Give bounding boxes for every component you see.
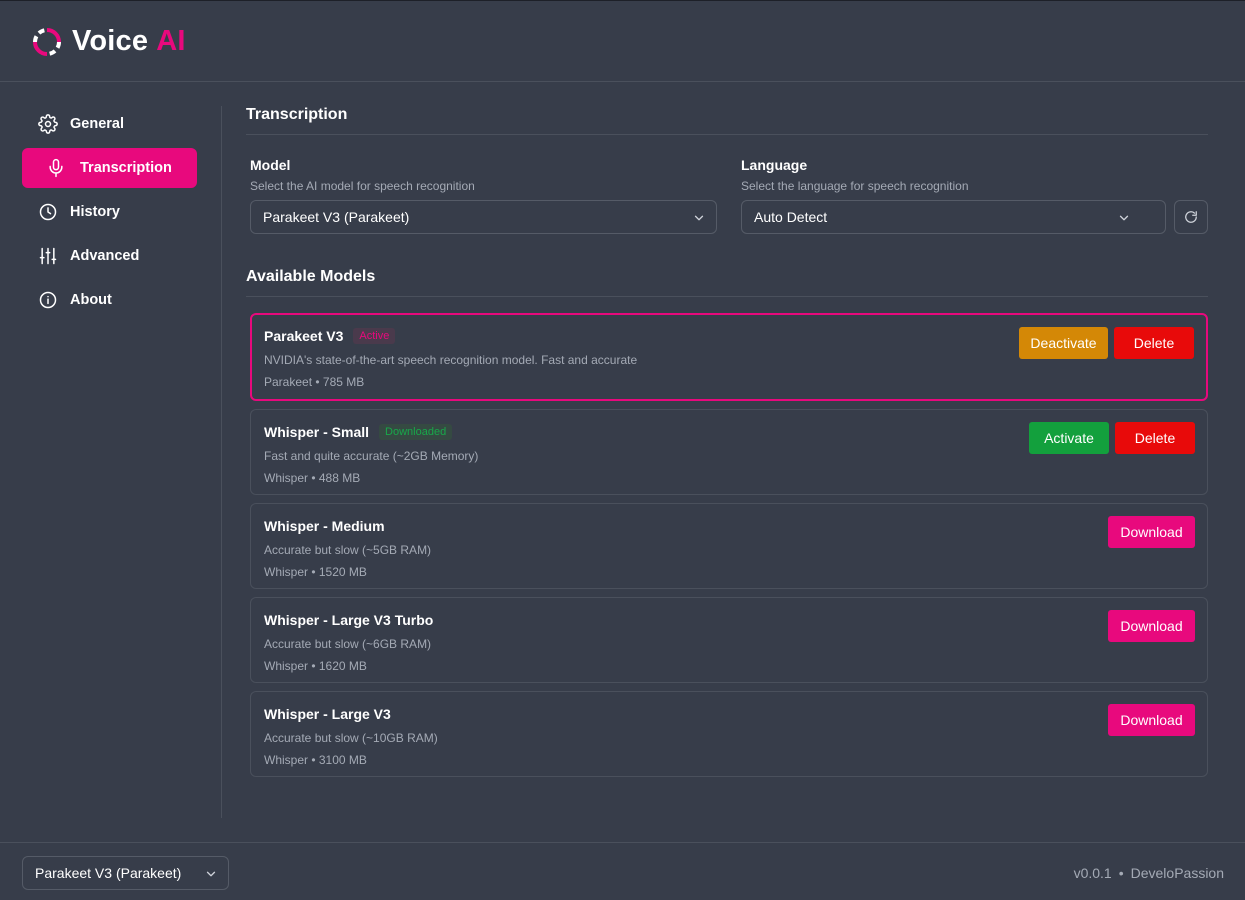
delete-button[interactable]: Delete (1114, 327, 1194, 359)
sidebar-item-history[interactable]: History (22, 192, 197, 232)
model-card-whisper-medium: Whisper - Medium Accurate but slow (~5GB… (250, 503, 1208, 589)
model-description: Accurate but slow (~6GB RAM) (264, 637, 432, 651)
model-name: Whisper - Large V3 Turbo (264, 612, 434, 628)
language-label: Language (741, 157, 808, 173)
section-title-transcription: Transcription (246, 106, 1208, 135)
refresh-icon (1185, 211, 1197, 223)
sidebar-item-label: Transcription (80, 160, 172, 176)
model-list: Parakeet V3 Active NVIDIA's state-of-the… (246, 313, 1208, 777)
model-meta: Parakeet • 785 MB (264, 375, 365, 389)
info-icon (39, 291, 57, 309)
version-info: v0.0.1 • DeveloPassion (1074, 865, 1224, 881)
sidebar-item-label: History (70, 204, 120, 220)
model-description: Accurate but slow (~5GB RAM) (264, 543, 432, 557)
app-header: Voice AI (0, 0, 1245, 82)
gear-icon (38, 114, 58, 134)
model-card-title: Whisper - Large V3 (264, 706, 1207, 722)
language-field: Language Select the language for speech … (741, 157, 1208, 234)
chevron-down-icon (206, 871, 216, 877)
model-card-actions: Download (1102, 610, 1195, 642)
sidebar-item-advanced[interactable]: Advanced (22, 236, 197, 276)
model-card-actions: Download (1102, 704, 1195, 736)
model-name: Whisper - Large V3 (264, 706, 391, 722)
sidebar-divider (221, 106, 222, 818)
model-select-value: Parakeet V3 (Parakeet) (263, 209, 410, 225)
sidebar: General Transcription History Advanced A… (22, 104, 197, 324)
model-field: Model Select the AI model for speech rec… (250, 157, 717, 234)
sidebar-item-label: Advanced (70, 248, 140, 264)
sidebar-item-about[interactable]: About (22, 280, 197, 320)
model-card-whisper-large-v3-turbo: Whisper - Large V3 Turbo Accurate but sl… (250, 597, 1208, 683)
model-card-whisper-small: Whisper - Small Downloaded Fast and quit… (250, 409, 1208, 495)
main-content: Transcription Model Select the AI model … (246, 106, 1208, 785)
model-meta: Whisper • 1520 MB (264, 565, 367, 579)
footer-model-select-value: Parakeet V3 (Parakeet) (35, 865, 182, 881)
download-button[interactable]: Download (1108, 610, 1195, 642)
sidebar-item-general[interactable]: General (22, 104, 197, 144)
refresh-language-button[interactable] (1174, 200, 1208, 234)
model-select[interactable]: Parakeet V3 (Parakeet) (250, 200, 717, 234)
sliders-icon (39, 247, 57, 265)
deactivate-button[interactable]: Deactivate (1019, 327, 1108, 359)
chevron-down-icon (694, 215, 704, 221)
sidebar-item-label: General (70, 116, 124, 132)
section-title-available-models: Available Models (246, 268, 1208, 297)
status-badge-active: Active (353, 328, 396, 344)
model-name: Whisper - Medium (264, 518, 385, 534)
language-description: Select the language for speech recogniti… (741, 179, 969, 193)
model-description: Accurate but slow (~10GB RAM) (264, 731, 438, 745)
model-meta: Whisper • 3100 MB (264, 753, 367, 767)
model-card-title: Whisper - Medium (264, 518, 1207, 534)
model-name: Parakeet V3 (264, 328, 344, 344)
model-label: Model (250, 157, 291, 173)
model-card-parakeet-v3: Parakeet V3 Active NVIDIA's state-of-the… (250, 313, 1208, 401)
download-button[interactable]: Download (1108, 516, 1195, 548)
logo-ring-icon (33, 27, 61, 56)
model-meta: Whisper • 1620 MB (264, 659, 367, 673)
sidebar-item-transcription[interactable]: Transcription (22, 148, 197, 188)
language-select-value: Auto Detect (754, 209, 828, 225)
app-footer: Parakeet V3 (Parakeet) v0.0.1 • DeveloPass… (0, 842, 1245, 900)
logo-word-voice: Voice (72, 25, 149, 57)
logo-word-ai: AI (156, 25, 186, 57)
model-card-title: Whisper - Large V3 Turbo (264, 612, 1207, 628)
microphone-icon (49, 158, 63, 178)
delete-button[interactable]: Delete (1115, 422, 1195, 454)
download-button[interactable]: Download (1108, 704, 1195, 736)
settings-row: Model Select the AI model for speech rec… (246, 157, 1208, 234)
model-card-whisper-large-v3: Whisper - Large V3 Accurate but slow (~1… (250, 691, 1208, 777)
model-card-actions: Activate Delete (1023, 422, 1195, 454)
model-card-actions: Deactivate Delete (1013, 327, 1194, 359)
app-logo: Voice AI (32, 25, 186, 58)
model-card-actions: Download (1102, 516, 1195, 548)
clock-icon (39, 203, 57, 221)
model-name: Whisper - Small (264, 424, 370, 440)
author-text: DeveloPassion (1130, 865, 1224, 881)
activate-button[interactable]: Activate (1029, 422, 1109, 454)
footer-model-select[interactable]: Parakeet V3 (Parakeet) (22, 856, 229, 890)
model-meta: Whisper • 488 MB (264, 471, 361, 485)
chevron-down-icon (1119, 215, 1129, 221)
language-select[interactable]: Auto Detect (741, 200, 1166, 234)
status-badge-downloaded: Downloaded (379, 424, 453, 440)
sidebar-item-label: About (70, 292, 112, 308)
version-text: v0.0.1 (1073, 865, 1112, 881)
app-name: Voice AI (72, 25, 186, 58)
model-description: Select the AI model for speech recogniti… (250, 179, 475, 193)
separator-dot: • (1118, 865, 1124, 881)
